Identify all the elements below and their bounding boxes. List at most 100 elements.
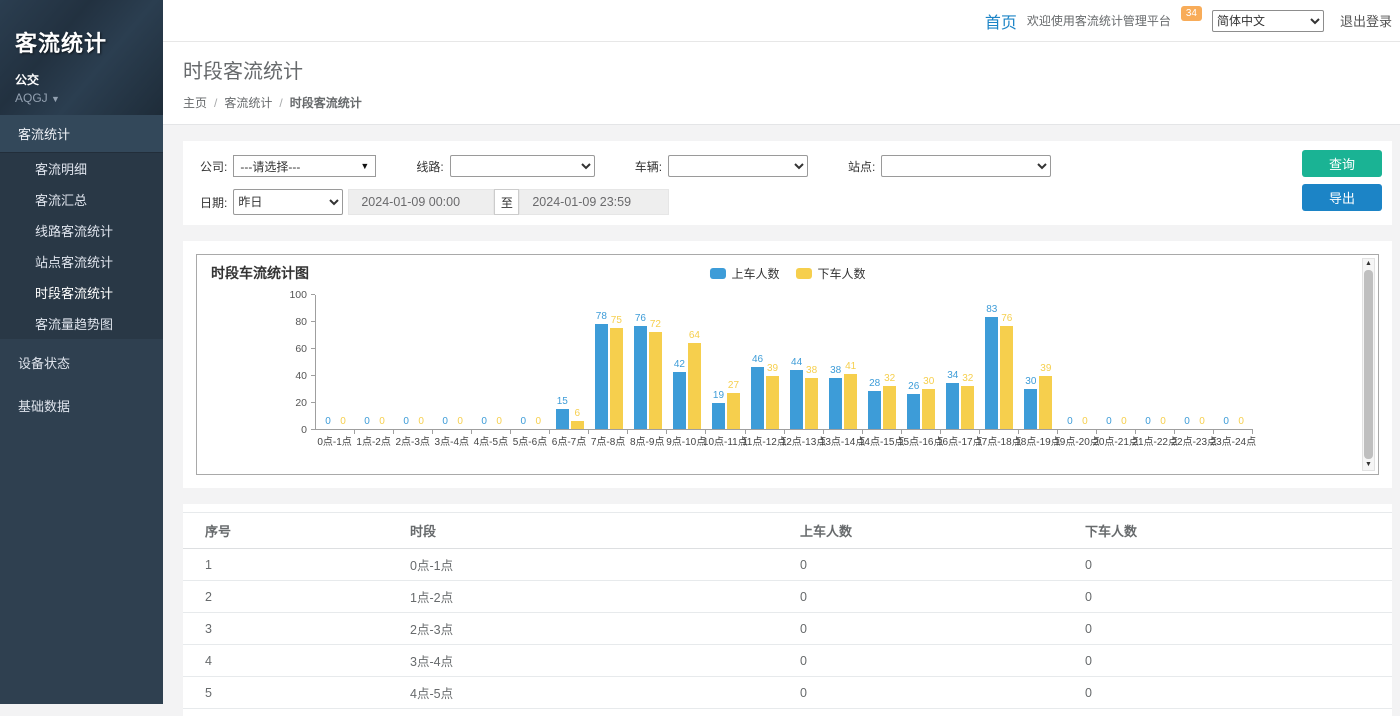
category-cell: 156	[550, 295, 589, 429]
table-cell: 0	[1083, 581, 1392, 613]
bar-value-label: 30	[923, 376, 934, 387]
x-tick-label: 12点-13点	[784, 433, 823, 448]
sidebar-item-sub[interactable]: 客流汇总	[0, 184, 163, 215]
bar-slot: 0	[415, 295, 428, 429]
bar-value-label: 83	[986, 304, 997, 315]
date-start-input[interactable]: 2024-01-09 00:00	[348, 189, 494, 215]
date-preset-select[interactable]: 昨日	[233, 189, 343, 215]
breadcrumb-item[interactable]: 主页	[183, 96, 207, 110]
bar-value-label: 34	[947, 370, 958, 381]
bar-slot: 28	[868, 295, 881, 429]
x-tick-label: 6点-7点	[549, 433, 588, 448]
sidebar-brand: 客流统计 公交 AQGJ ▼	[0, 0, 163, 115]
date-end-input[interactable]: 2024-01-09 23:59	[519, 189, 669, 215]
bar-value-label: 0	[520, 416, 526, 427]
bar-value-label: 0	[364, 416, 370, 427]
breadcrumb-separator: /	[214, 96, 217, 110]
account-dropdown[interactable]: AQGJ ▼	[15, 91, 163, 105]
sidebar-item-active[interactable]: 时段客流统计	[0, 277, 163, 308]
bar-slot: 0	[361, 295, 374, 429]
table-cell: 2点-3点	[408, 613, 798, 645]
bar-slot: 41	[844, 295, 857, 429]
scroll-up-icon[interactable]: ▲	[1365, 260, 1372, 268]
bar-slot: 42	[673, 295, 686, 429]
category-cell: 1927	[706, 295, 745, 429]
export-button[interactable]: 导出	[1302, 184, 1382, 211]
bar-value-label: 32	[962, 373, 973, 384]
scroll-down-icon[interactable]: ▼	[1365, 461, 1372, 469]
query-button[interactable]: 查询	[1302, 150, 1382, 177]
sidebar-item[interactable]: 基础数据	[0, 386, 163, 425]
bar-slot: 0	[1078, 295, 1091, 429]
logout-link[interactable]: 退出登录	[1340, 11, 1392, 30]
sidebar-item-sub[interactable]: 站点客流统计	[0, 246, 163, 277]
bar-value-label: 38	[830, 365, 841, 376]
sidebar-item-sub[interactable]: 客流明细	[0, 153, 163, 184]
bar-value-label: 32	[884, 373, 895, 384]
sidebar-item-passenger-stats[interactable]: 客流统计	[0, 115, 163, 153]
table-cell: 0	[1083, 709, 1392, 716]
category-cell: 2630	[902, 295, 941, 429]
app-title: 客流统计	[15, 26, 163, 58]
bar-value-label: 0	[1082, 416, 1088, 427]
table-header-cell: 上车人数	[798, 513, 1083, 549]
bar-alighting	[883, 386, 896, 429]
bar-value-label: 78	[596, 311, 607, 322]
bar-slot: 0	[400, 295, 413, 429]
chart-scrollbar[interactable]: ▲ ▼	[1362, 258, 1375, 471]
content: 公司: ---请选择--- ▼ 线路: 车辆: 站点: 日期: 昨日	[163, 125, 1400, 716]
bar-value-label: 0	[1121, 416, 1127, 427]
date-label: 日期:	[200, 194, 227, 211]
sidebar-nav: 客流统计 客流明细客流汇总线路客流统计站点客流统计时段客流统计客流量趋势图 设备…	[0, 115, 163, 425]
table-cell: 5点-6点	[408, 709, 798, 716]
bar-value-label: 6	[575, 408, 581, 419]
x-tick-label: 7点-8点	[589, 433, 628, 448]
bar-slot: 75	[610, 295, 623, 429]
vehicle-select[interactable]	[668, 155, 808, 177]
bar-slot: 30	[922, 295, 935, 429]
bar-value-label: 0	[1067, 416, 1073, 427]
scrollbar-thumb[interactable]	[1364, 270, 1373, 459]
breadcrumb-item: 时段客流统计	[290, 96, 362, 110]
bar-slot: 34	[946, 295, 959, 429]
sidebar-item-sub[interactable]: 客流量趋势图	[0, 308, 163, 339]
station-select[interactable]	[881, 155, 1051, 177]
company-select[interactable]: ---请选择--- ▼	[233, 155, 376, 177]
line-label: 线路:	[416, 158, 443, 175]
category-cell: 4639	[746, 295, 785, 429]
bar-slot: 0	[1220, 295, 1233, 429]
table-cell: 0	[1083, 613, 1392, 645]
category-cell: 76 72	[628, 295, 667, 429]
company-select-value: ---请选择---	[240, 158, 300, 175]
bar-value-label: 0	[1145, 416, 1151, 427]
bar-slot: 0	[1181, 295, 1194, 429]
bar-value-label: 72	[650, 319, 661, 330]
notification-badge: 34	[1181, 6, 1202, 21]
topbar: 首页 欢迎使用客流统计管理平台 34 简体中文 退出登录	[163, 0, 1400, 42]
bar-slot: 39	[1039, 295, 1052, 429]
sidebar-item-sub[interactable]: 线路客流统计	[0, 215, 163, 246]
submenu: 客流明细客流汇总线路客流统计站点客流统计时段客流统计客流量趋势图	[0, 153, 163, 339]
category-cell: 00	[1058, 295, 1097, 429]
x-tick-label: 3点-4点	[432, 433, 471, 448]
bar-alighting	[922, 389, 935, 430]
category-cell: 7875	[589, 295, 628, 429]
breadcrumb-item[interactable]: 客流统计	[224, 96, 272, 110]
home-link[interactable]: 首页	[985, 9, 1017, 33]
bar-value-label: 0	[1106, 416, 1112, 427]
sidebar-item[interactable]: 设备状态	[0, 343, 163, 382]
language-select[interactable]: 简体中文	[1212, 10, 1324, 32]
bar-alighting	[805, 378, 818, 429]
date-to-label: 至	[494, 189, 519, 215]
x-tick-label-text: 3点-4点	[435, 433, 469, 448]
bar-alighting	[766, 376, 779, 429]
table-cell: 0	[798, 709, 1083, 716]
dropdown-arrow-icon: ▼	[360, 161, 369, 171]
bar-boarding	[946, 383, 959, 429]
category-cell: 34 32	[941, 295, 980, 429]
line-select[interactable]	[450, 155, 595, 177]
category-cell: 4264	[667, 295, 706, 429]
bar-slot: 0	[322, 295, 335, 429]
bar-value-label: 76	[635, 313, 646, 324]
x-tick-label: 18点-19点	[1018, 433, 1057, 448]
